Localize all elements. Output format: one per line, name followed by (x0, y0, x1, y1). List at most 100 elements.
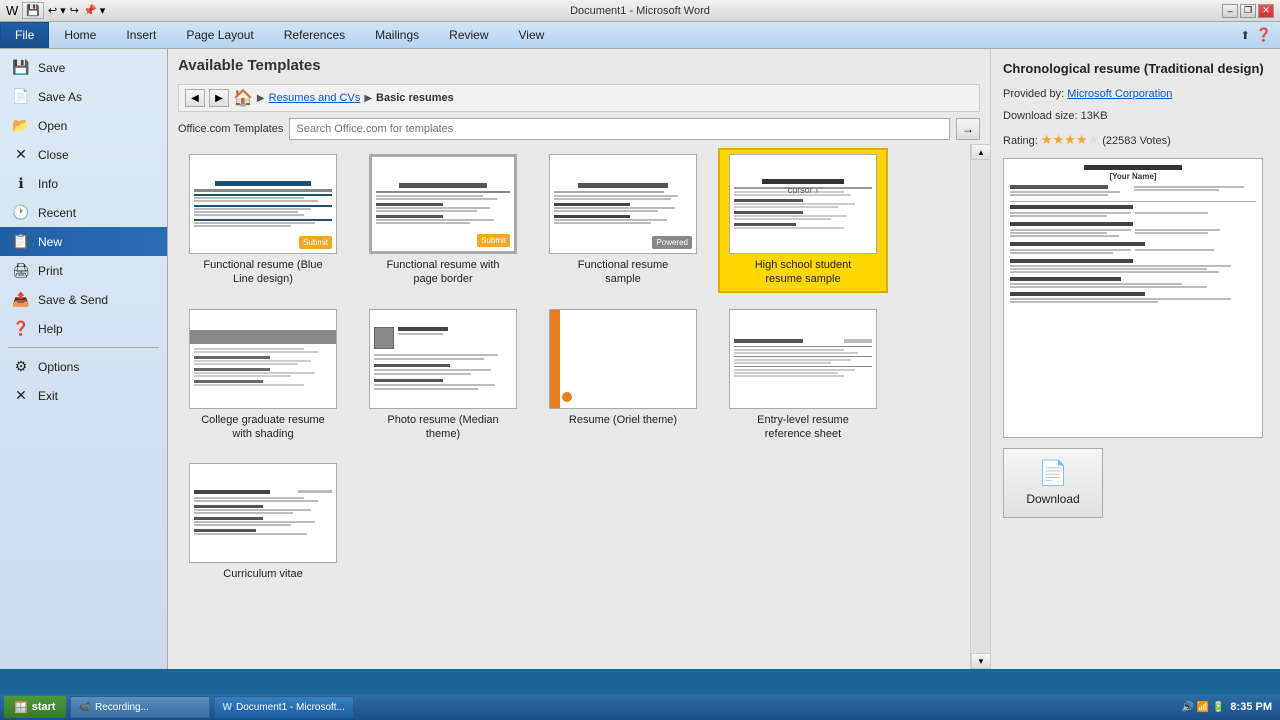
template-label: Functional resume withpage border (386, 258, 499, 287)
back-button[interactable]: ◀ (185, 89, 205, 107)
quick-undo[interactable]: ↩ ▾ (48, 4, 66, 17)
taskbar-recording[interactable]: 📹 Recording... (70, 696, 210, 718)
template-label: High school studentresume sample (755, 258, 852, 287)
sidebar-open-label: Open (38, 119, 67, 133)
sidebar: 💾 Save 📄 Save As 📂 Open ✕ Close ℹ Info 🕐… (0, 49, 168, 669)
preview-image: [Your Name] (1003, 158, 1263, 438)
rating-stars: ★★★★ (1041, 132, 1088, 147)
sidebar-print-label: Print (38, 264, 63, 278)
tab-page-layout[interactable]: Page Layout (171, 22, 268, 48)
window-controls: – ❐ ✕ (1222, 4, 1274, 18)
sidebar-new-label: New (38, 235, 62, 249)
sidebar-item-help[interactable]: ❓ Help (0, 314, 167, 343)
sidebar-item-new[interactable]: 📋 New (0, 227, 167, 256)
download-button[interactable]: 📄 Download (1003, 448, 1103, 518)
template-thumb: Submit (189, 154, 337, 254)
sidebar-recent-label: Recent (38, 206, 76, 220)
word-taskbar-icon: W (223, 702, 232, 713)
word-icon: W (6, 3, 18, 18)
close-button[interactable]: ✕ (1258, 4, 1274, 18)
template-oriel[interactable]: Resume (Oriel theme) (538, 303, 708, 448)
info-icon: ℹ (12, 175, 30, 192)
template-cv[interactable]: Curriculum vitae (178, 457, 348, 587)
template-label: Functional resumesample (578, 258, 669, 287)
minimize-button[interactable]: – (1222, 4, 1238, 18)
template-highschool[interactable]: cursor › High school studentresume sampl… (718, 148, 888, 293)
quick-redo[interactable]: ↪ (70, 4, 79, 17)
sidebar-item-save-as[interactable]: 📄 Save As (0, 82, 167, 111)
tab-file[interactable]: File (0, 22, 49, 48)
templates-grid: Submit Functional resume (BlueLine desig… (168, 144, 970, 669)
template-photo[interactable]: Photo resume (Mediantheme) (358, 303, 528, 448)
search-input[interactable] (289, 118, 950, 140)
tab-insert[interactable]: Insert (111, 22, 171, 48)
sidebar-item-exit[interactable]: ✕ Exit (0, 381, 167, 410)
ribbon-tabs: File Home Insert Page Layout References … (0, 22, 1280, 49)
sidebar-exit-label: Exit (38, 389, 58, 403)
template-functional-sample[interactable]: Powered Functional resumesample (538, 148, 708, 293)
sidebar-item-open[interactable]: 📂 Open (0, 111, 167, 140)
template-thumb (189, 309, 337, 409)
template-label: Curriculum vitae (223, 567, 302, 581)
exit-icon: ✕ (12, 387, 30, 404)
template-functional-border[interactable]: Submit Functional resume withpage border (358, 148, 528, 293)
start-button[interactable]: 🪟 start (4, 696, 66, 718)
recording-label: Recording... (95, 702, 149, 713)
sidebar-item-save[interactable]: 💾 Save (0, 53, 167, 82)
search-button[interactable]: → (956, 118, 980, 140)
tab-references[interactable]: References (269, 22, 360, 48)
sidebar-item-info[interactable]: ℹ Info (0, 169, 167, 198)
forward-button[interactable]: ▶ (209, 89, 229, 107)
template-college[interactable]: College graduate resumewith shading (178, 303, 348, 448)
template-entry-level[interactable]: Entry-level resumereference sheet (718, 303, 888, 448)
rating-row: Rating: ★★★★★ (22583 Votes) (1003, 132, 1268, 148)
template-functional-blue[interactable]: Submit Functional resume (BlueLine desig… (178, 148, 348, 293)
provider-link[interactable]: Microsoft Corporation (1067, 88, 1172, 100)
clock: 8:35 PM (1230, 701, 1272, 713)
save-icon: 💾 (12, 59, 30, 76)
template-thumb: Submit (369, 154, 517, 254)
save-as-icon: 📄 (12, 88, 30, 105)
template-thumb (369, 309, 517, 409)
home-icon[interactable]: 🏠 (233, 88, 253, 108)
window-title: Document1 - Microsoft Word (570, 5, 710, 17)
sidebar-item-print[interactable]: 🖨 Print (0, 256, 167, 285)
template-label: Entry-level resumereference sheet (757, 413, 849, 442)
download-label: Download (1026, 492, 1079, 506)
template-label: College graduate resumewith shading (201, 413, 325, 442)
sidebar-item-save-send[interactable]: 📤 Save & Send (0, 285, 167, 314)
open-icon: 📂 (12, 117, 30, 134)
scroll-up-button[interactable]: ▲ (971, 144, 990, 160)
restore-button[interactable]: ❐ (1240, 4, 1256, 18)
breadcrumb-basic[interactable]: Basic resumes (376, 92, 454, 104)
sidebar-item-recent[interactable]: 🕐 Recent (0, 198, 167, 227)
start-orb-icon: 🪟 (14, 701, 28, 714)
help-icon[interactable]: ❓ (1256, 27, 1272, 43)
sidebar-item-close[interactable]: ✕ Close (0, 140, 167, 169)
sidebar-close-label: Close (38, 148, 69, 162)
tab-home[interactable]: Home (49, 22, 111, 48)
sidebar-item-options[interactable]: ⚙ Options (0, 352, 167, 381)
sidebar-help-label: Help (38, 322, 63, 336)
quick-pin[interactable]: 📌 ▾ (83, 4, 105, 17)
template-thumb (549, 309, 697, 409)
template-thumb: Powered (549, 154, 697, 254)
right-panel: Chronological resume (Traditional design… (990, 49, 1280, 669)
breadcrumb-resumes[interactable]: Resumes and CVs (269, 92, 361, 104)
tab-view[interactable]: View (504, 22, 560, 48)
save-send-icon: 📤 (12, 291, 30, 308)
tab-review[interactable]: Review (434, 22, 503, 48)
sidebar-save-label: Save (38, 61, 65, 75)
scroll-down-button[interactable]: ▼ (971, 653, 990, 669)
breadcrumb-bar: ◀ ▶ 🏠 ▶ Resumes and CVs ▶ Basic resumes (178, 84, 980, 112)
sidebar-save-send-label: Save & Send (38, 293, 108, 307)
taskbar-word[interactable]: W Document1 - Microsoft... (214, 696, 354, 718)
quick-save[interactable]: 💾 (22, 2, 44, 19)
print-icon: 🖨 (12, 262, 30, 279)
templates-title: Available Templates (178, 57, 980, 74)
minimize-ribbon-icon[interactable]: ⬆ (1241, 29, 1250, 42)
tab-mailings[interactable]: Mailings (360, 22, 434, 48)
preview-title: Chronological resume (Traditional design… (1003, 61, 1268, 78)
preview-provider: Provided by: Microsoft Corporation (1003, 88, 1268, 100)
options-icon: ⚙ (12, 358, 30, 375)
